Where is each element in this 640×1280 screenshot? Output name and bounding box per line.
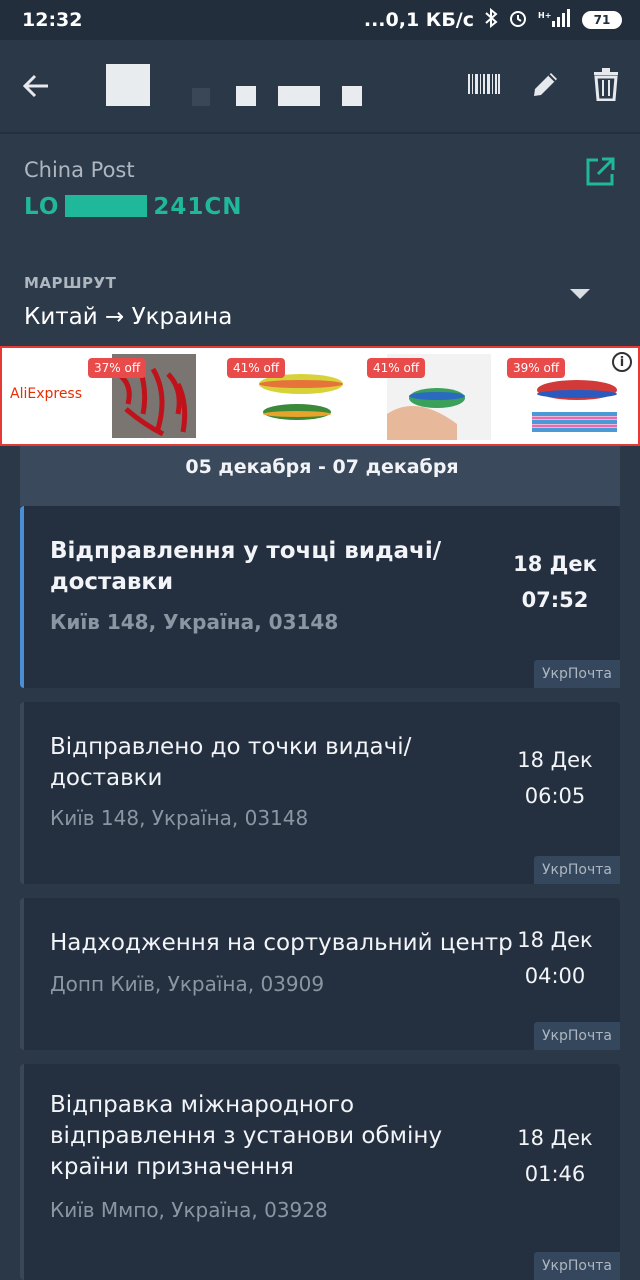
barcode-button[interactable] (468, 72, 500, 100)
ad-discount-badge: 41% off (227, 358, 286, 378)
arrow-back-icon (22, 74, 48, 98)
ad-product-1[interactable]: 37% off (88, 354, 216, 440)
event-title: Надходження на сортувальний центр (50, 930, 513, 956)
ad-product-4[interactable]: 39% off (507, 354, 635, 440)
event-title: Відправка міжнародного відправлення з ус… (50, 1092, 443, 1180)
event-carrier-tag: УкрПочта (534, 1252, 620, 1280)
edit-button[interactable] (530, 68, 562, 104)
route-label: МАРШРУТ (24, 274, 117, 292)
event-date: 18 Дек (513, 552, 597, 576)
event-time: 01:46 (524, 1162, 586, 1186)
event-location: Допп Київ, Україна, 03909 (50, 972, 325, 996)
barcode-icon (468, 74, 500, 94)
delete-icon (594, 68, 618, 102)
event-title: Відправлення у точці видачі/ доставки (50, 538, 442, 595)
date-range-header: 05 декабря - 07 декабря (20, 446, 620, 506)
event-title: Відправлено до точки видачі/ доставки (50, 734, 412, 791)
event-carrier-tag: УкрПочта (534, 856, 620, 884)
event-date: 18 Дек (517, 928, 593, 952)
ad-brand-logo: AliExpress (10, 386, 83, 402)
event-location: Київ Ммпо, Україна, 03928 (50, 1198, 328, 1222)
ad-banner[interactable]: AliExpress i 37% off 41% off 41% off 39%… (0, 346, 640, 446)
event-location: Київ 148, Україна, 03148 (50, 610, 339, 634)
edit-icon (534, 73, 557, 96)
bluetooth-icon (484, 7, 498, 33)
open-external-icon (586, 157, 615, 186)
carrier-name: China Post (24, 158, 135, 182)
event-time: 06:05 (524, 784, 586, 808)
event-datetime: 18 Дек 01:46 (510, 1120, 600, 1192)
status-time: 12:32 (22, 9, 83, 31)
open-link-button[interactable] (584, 156, 616, 192)
event-carrier-tag: УкрПочта (534, 1022, 620, 1050)
ad-discount-badge: 37% off (88, 358, 147, 378)
tracking-suffix: 241CN (153, 194, 243, 220)
event-location: Київ 148, Україна, 03148 (50, 806, 309, 830)
network-speed: ...0,1 КБ/с (363, 9, 474, 31)
status-bar: 12:32 ...0,1 КБ/с H+ 71 (0, 0, 640, 40)
signal-icon: H+ (538, 8, 572, 32)
alarm-icon (508, 8, 528, 33)
delete-button[interactable] (592, 67, 620, 105)
event-card[interactable]: Відправлено до точки видачі/ доставки Ки… (20, 702, 620, 884)
event-datetime: 18 Дек 04:00 (510, 922, 600, 994)
event-card[interactable]: Надходження на сортувальний центр Допп К… (20, 898, 620, 1050)
event-carrier-tag: УкрПочта (534, 660, 620, 688)
chevron-down-icon[interactable] (570, 289, 590, 299)
ad-discount-badge: 41% off (367, 358, 426, 378)
ad-discount-badge: 39% off (507, 358, 566, 378)
back-button[interactable] (0, 72, 72, 100)
tracking-number[interactable]: LO 241CN (24, 194, 243, 220)
event-time: 04:00 (524, 964, 586, 988)
event-datetime: 18 Дек 07:52 (510, 546, 600, 618)
event-card[interactable]: Відправлення у точці видачі/ доставки Ки… (20, 506, 620, 688)
svg-text:H+: H+ (538, 11, 551, 20)
date-range-label: 05 декабря - 07 декабря (185, 456, 459, 478)
ad-product-3[interactable]: 41% off (367, 354, 495, 440)
battery-icon: 71 (582, 11, 622, 29)
shipment-info: China Post LO 241CN МАРШРУТ Китай → Украи… (0, 134, 640, 346)
ad-product-2[interactable]: 41% off (227, 354, 355, 440)
page-title-redacted (72, 40, 468, 132)
event-date: 18 Дек (517, 1126, 593, 1150)
route-value: Китай → Украина (24, 304, 233, 330)
event-date: 18 Дек (517, 748, 593, 772)
event-card[interactable]: Відправка міжнародного відправлення з ус… (20, 1064, 620, 1280)
tracking-redacted (65, 195, 148, 217)
event-time: 07:52 (521, 588, 589, 612)
app-bar (0, 40, 640, 132)
tracking-prefix: LO (24, 194, 60, 220)
event-datetime: 18 Дек 06:05 (510, 742, 600, 814)
